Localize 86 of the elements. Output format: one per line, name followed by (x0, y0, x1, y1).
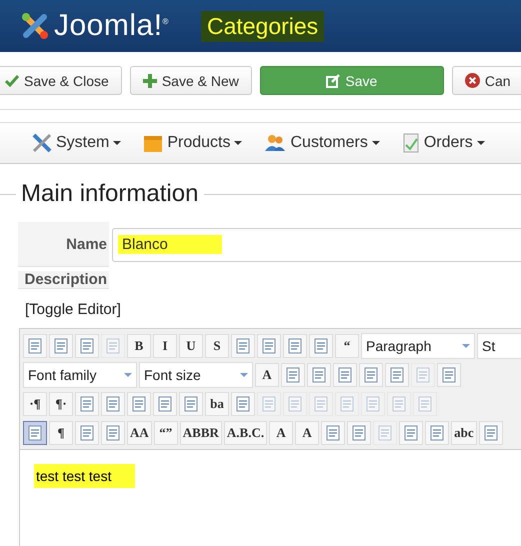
document-icon (105, 338, 121, 354)
document-icon (415, 366, 431, 382)
document-icon (313, 338, 329, 354)
document-icon (261, 396, 277, 412)
people-icon (264, 133, 286, 153)
document-icon (79, 396, 95, 412)
document-icon (351, 424, 368, 440)
cancel-icon (464, 73, 480, 88)
document-icon (131, 396, 147, 412)
document-icon (79, 424, 95, 440)
menu-item[interactable]: Customers (264, 133, 380, 153)
logo-icon (20, 11, 50, 41)
toolbar-button[interactable]: S (205, 334, 229, 358)
toolbar-button[interactable]: A (295, 420, 320, 444)
document-icon (363, 366, 379, 382)
toolbar-button[interactable]: ·¶ (23, 392, 47, 416)
menu-item[interactable]: Orders (402, 133, 485, 153)
toolbar-button[interactable]: A (255, 362, 279, 386)
menu-item[interactable]: System (32, 133, 122, 153)
toolbar-button[interactable]: ba (205, 392, 229, 416)
caret-icon (476, 141, 485, 145)
name-field[interactable]: Blanco (112, 228, 521, 262)
toolbar-button[interactable] (23, 420, 47, 444)
document-icon (417, 396, 433, 412)
field-label: Name (18, 222, 109, 267)
document-icon (235, 338, 251, 354)
dropdown[interactable]: St (477, 332, 521, 358)
toolbar-button[interactable]: ¶· (49, 392, 73, 416)
document-icon (313, 396, 329, 412)
document-icon (365, 396, 381, 412)
action-button[interactable]: Save & Close (0, 66, 122, 95)
document-icon (441, 366, 457, 382)
caret-icon (372, 141, 380, 145)
document-icon (325, 424, 342, 440)
action-button[interactable]: Save & New (130, 66, 252, 95)
caret-icon (234, 141, 242, 145)
document-icon (285, 366, 301, 382)
document-icon (377, 424, 394, 440)
document-icon (53, 338, 69, 354)
document-icon (183, 396, 199, 412)
document-icon (391, 396, 407, 412)
box-icon (143, 133, 164, 153)
tools-icon (32, 133, 52, 153)
document-icon (27, 424, 43, 440)
toolbar-button[interactable]: A.B.C. (224, 420, 268, 444)
document-icon (311, 366, 327, 382)
toolbar-button[interactable]: A (269, 420, 294, 444)
document-icon (105, 424, 121, 440)
edit-icon (326, 74, 340, 88)
check-icon (5, 74, 19, 86)
document-icon (429, 424, 446, 440)
document-icon (261, 338, 277, 354)
action-button[interactable]: Can (452, 66, 521, 95)
document-icon (235, 396, 251, 412)
document-icon (403, 424, 420, 440)
document-icon (389, 366, 405, 382)
document-icon (287, 338, 303, 354)
toolbar-button[interactable]: U (179, 334, 203, 358)
toolbar-button[interactable]: “ (335, 334, 359, 358)
document-icon (402, 133, 420, 153)
field-label: Description (18, 271, 109, 289)
document-icon (337, 366, 353, 382)
toolbar-button[interactable]: ¶ (49, 420, 73, 444)
document-icon (287, 396, 303, 412)
toolbar-button[interactable]: ABBR (180, 420, 222, 444)
dropdown[interactable]: Font family (23, 362, 137, 388)
dropdown[interactable]: Paragraph (361, 332, 475, 358)
dropdown[interactable]: Font size (139, 362, 253, 388)
section-heading: Main information (20, 180, 198, 208)
caret-icon (113, 141, 122, 145)
toolbar-button[interactable]: “” (154, 420, 178, 444)
toolbar-button[interactable]: AA (127, 420, 152, 444)
plus-icon (142, 74, 157, 88)
document-icon (105, 396, 121, 412)
document-icon (157, 396, 173, 412)
toolbar-button[interactable]: I (153, 334, 177, 358)
toolbar-button[interactable]: abc (451, 420, 477, 444)
logo-text: Joomla!$^{®}$ (54, 9, 169, 43)
document-icon (27, 338, 43, 354)
toggle-editor-link[interactable]: [Toggle Editor] (25, 301, 521, 318)
document-icon (482, 424, 499, 440)
toolbar-button[interactable]: B (127, 334, 151, 358)
page-title: Categories (200, 10, 324, 42)
menu-item[interactable]: Products (143, 133, 242, 153)
document-icon (79, 338, 95, 354)
document-icon (339, 396, 355, 412)
